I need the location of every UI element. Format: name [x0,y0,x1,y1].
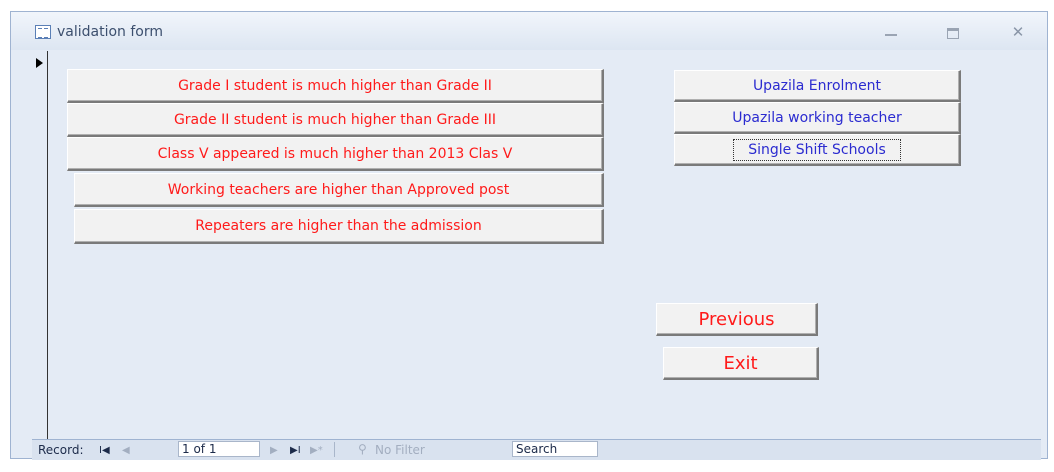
new-record-button[interactable]: ▶* [310,445,323,456]
no-filter-button[interactable]: No Filter [375,443,425,457]
record-selector[interactable] [32,51,48,439]
upazila-enrolment-label: Upazila Enrolment [752,77,882,94]
repeaters-vs-admission-label: Repeaters are higher than the admission [195,218,482,234]
upazila-working-teacher-label: Upazila working teacher [732,109,902,126]
restore-icon [947,28,959,39]
grade1-vs-grade2-button[interactable]: Grade I student is much higher than Grad… [67,69,604,103]
classv-vs-2013-button[interactable]: Class V appeared is much higher than 201… [67,137,604,171]
minimize-icon [885,34,897,36]
upazila-enrolment-button[interactable]: Upazila Enrolment [674,70,961,102]
window-title: validation form [57,24,164,40]
previous-record-button[interactable]: ◀ [122,445,130,456]
first-record-button[interactable]: I◀ [99,445,110,456]
grade1-vs-grade2-label: Grade I student is much higher than Grad… [178,77,492,94]
form-detail-area: Grade I student is much higher than Grad… [48,51,1041,439]
search-input[interactable]: Search [512,441,598,457]
previous-label: Previous [698,308,775,330]
title-bar: validation form ✕ [11,12,1047,50]
last-record-button[interactable]: ▶I [290,445,301,456]
close-button[interactable]: ✕ [1006,22,1030,42]
restore-button[interactable] [941,22,965,42]
exit-label: Exit [723,352,758,374]
upazila-working-teacher-button[interactable]: Upazila working teacher [674,102,961,134]
record-label: Record: [38,443,84,457]
close-icon: ✕ [1011,23,1025,41]
record-selector-arrow-icon [36,58,43,68]
previous-button[interactable]: Previous [656,303,818,336]
classv-vs-2013-label: Class V appeared is much higher than 201… [157,145,513,162]
single-shift-schools-label: Single Shift Schools [733,138,901,161]
form-window: validation form ✕ Grade I student is muc… [10,11,1048,460]
no-filter-icon: ⚲ [358,442,367,456]
single-shift-schools-button[interactable]: Single Shift Schools [674,134,961,166]
form-icon [35,25,51,39]
record-navigation-bar: Record: I◀ ◀ 1 of 1 ▶ ▶I ▶* ⚲ No Filter … [32,439,1041,460]
repeaters-vs-admission-button[interactable]: Repeaters are higher than the admission [74,209,604,244]
grade2-vs-grade3-label: Grade II student is much higher than Gra… [173,111,497,128]
minimize-button[interactable] [879,22,903,42]
grade2-vs-grade3-button[interactable]: Grade II student is much higher than Gra… [67,103,604,137]
teachers-vs-posts-button[interactable]: Working teachers are higher than Approve… [74,173,604,207]
teachers-vs-posts-label: Working teachers are higher than Approve… [167,181,510,198]
current-record-field[interactable]: 1 of 1 [178,441,260,457]
exit-button[interactable]: Exit [663,347,819,380]
statusbar-divider [334,442,335,457]
next-record-button[interactable]: ▶ [270,445,278,456]
